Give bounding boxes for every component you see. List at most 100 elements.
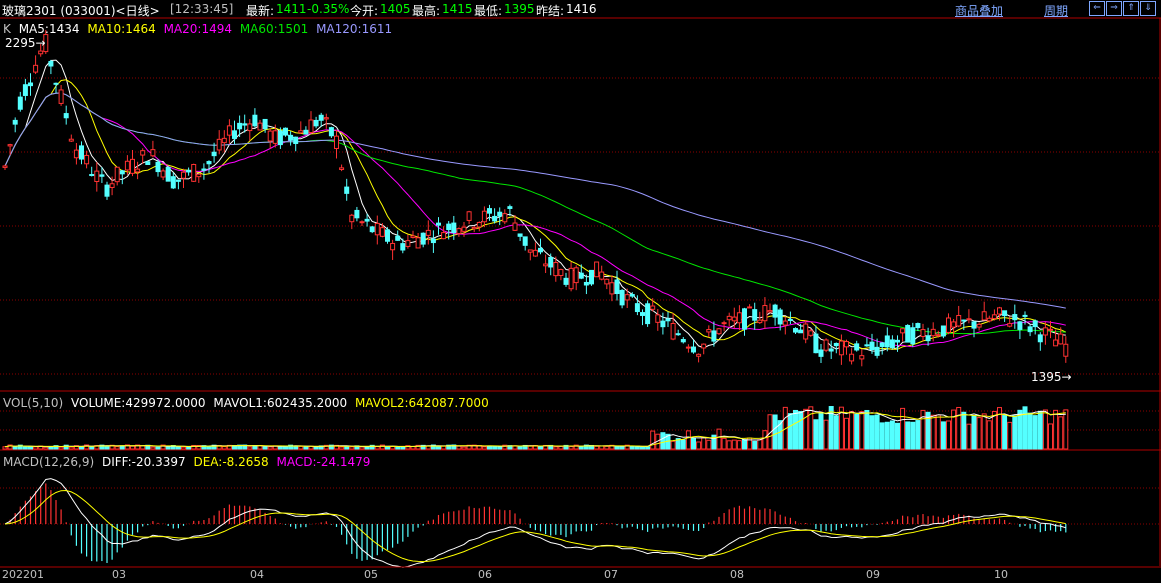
candle-body [400,243,406,251]
candle-body [221,137,227,144]
candle-body [512,222,518,231]
candle-body [900,328,906,334]
candle-body [1058,333,1064,345]
candle-body [257,122,263,131]
volume-bar [798,411,804,450]
candle-body [53,82,59,85]
volume-bar [1037,410,1043,450]
volume-bar [731,439,737,450]
candle-body [288,134,294,141]
candle-body [538,247,543,253]
volume-bar [1048,423,1053,450]
volume-bar [772,414,778,450]
candle-body [859,355,865,360]
candle-body [670,323,676,340]
ma10-line [4,79,1067,350]
volume-bar [869,415,875,450]
volume-bar [935,414,941,450]
candle-body [981,311,987,321]
candle-body [823,339,829,351]
candle-body [262,118,268,130]
volume-bar [497,446,503,450]
kline-chart[interactable] [0,0,1161,583]
volume-bar [221,446,227,450]
volume-bar [696,441,702,450]
volume-bar [349,446,355,450]
candle-body [1002,310,1008,317]
candle-body [1032,320,1038,328]
candle-body [675,333,681,336]
volume-value: VOLUME:429972.0000 [71,396,206,410]
candle-body [328,127,334,137]
candle-body [471,226,477,230]
candle-body [543,263,549,267]
candle-body [186,169,192,173]
candle-body [634,303,640,313]
volume-bar [558,445,564,450]
volume-bar [900,407,906,450]
candle-body [466,211,472,221]
candle-body [48,60,54,67]
candle-body [354,209,360,219]
volume-bar [823,419,829,450]
volume-bar [670,440,676,450]
candle-body [808,330,814,336]
ma120-line [4,92,1066,309]
candle-body [532,249,538,257]
candle-body [614,279,620,295]
volume-bar [400,446,406,450]
candle-body [17,96,23,110]
candle-body [527,249,533,253]
dea-value: DEA:-8.2658 [193,455,269,469]
candle-body [2,165,8,168]
candle-body [369,226,375,233]
volume-bar [175,446,181,450]
candle-body [33,64,39,73]
candle-body [181,171,186,179]
candle-body [1027,326,1033,333]
candle-body [869,341,875,351]
candle-body [854,343,860,351]
volume-bar [359,446,365,450]
candle-body [313,119,319,127]
candle-body [379,227,385,237]
candle-body [665,318,671,322]
ma120-legend: MA120:1611 [316,22,393,36]
volume-bar [726,440,732,450]
volume-bar [12,446,18,450]
candle-body [787,319,793,322]
volume-bar [685,430,691,450]
macd-legend: MACD(12,26,9) DIFF:-20.3397 DEA:-8.2658 … [3,455,374,469]
ma60-legend: MA60:1501 [239,22,309,36]
volume-bar [165,446,171,450]
candle-body [28,82,33,87]
candle-body [308,119,314,134]
volume-bar [385,446,390,450]
candle-body [318,114,324,121]
candle-body [252,114,258,127]
volume-bar [604,445,610,450]
macd-value: MACD:-24.1479 [276,455,371,469]
x-label-10: 10 [994,568,1008,581]
candle-body [476,221,482,228]
ma10-legend: MA10:1464 [87,22,156,36]
candle-body [517,233,523,237]
candle-body [976,323,982,328]
candle-body [456,228,462,234]
volume-bar [578,446,584,450]
candle-body [895,339,900,343]
candle-body [1022,314,1028,317]
volume-bar [889,420,895,450]
x-label-202201: 202201 [2,568,44,581]
volume-bar [762,430,768,450]
volume-bar [28,446,33,450]
candle-body [864,344,870,347]
volume-bar [910,421,916,450]
volume-bar [971,415,977,450]
volume-bar [787,413,793,450]
volume-bar [461,446,467,450]
candle-body [691,346,696,353]
candle-body [247,123,253,132]
volume-bar [716,428,722,450]
macd-lines [4,478,1066,568]
